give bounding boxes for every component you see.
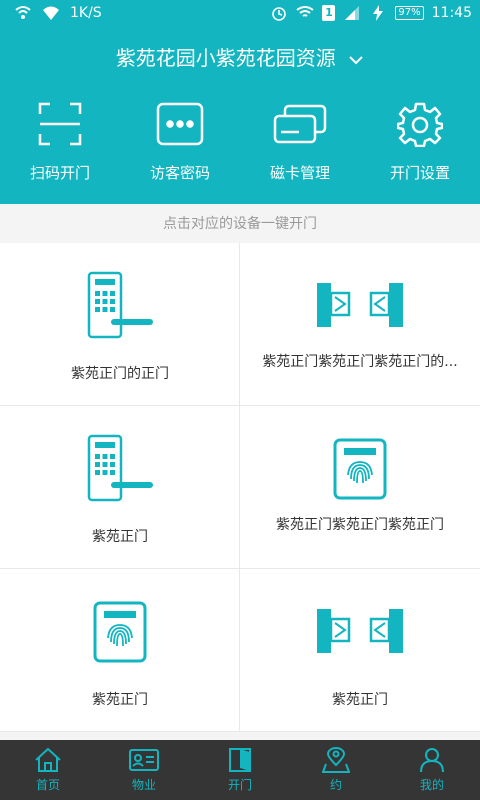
scan-open-button[interactable]: 扫码开门	[0, 100, 120, 183]
door-icon	[229, 748, 251, 772]
hotspot-icon	[15, 6, 31, 19]
device-card[interactable]: 紫苑正门	[0, 406, 240, 569]
battery-level: 97%	[395, 6, 424, 20]
device-name: 紫苑正门的正门	[71, 366, 169, 382]
device-name: 紫苑正门紫苑正门紫苑正门	[276, 517, 444, 533]
wifi-signal-icon	[296, 6, 315, 17]
status-bar: 1K/S 1 97% 11:45	[0, 0, 480, 28]
wifi-icon	[43, 6, 59, 20]
quick-actions: 扫码开门 访客密码 磁卡管理 开门设置	[0, 100, 480, 183]
community-selector[interactable]: 紫苑花园小紫苑花园资源	[0, 42, 480, 71]
sim-badge: 1	[322, 5, 336, 21]
keypad-lock-icon	[87, 434, 153, 502]
device-name: 紫苑正门	[92, 529, 148, 545]
nav-property[interactable]: 物业	[96, 740, 192, 800]
nav-label: 开门	[227, 778, 252, 792]
network-speed: 1K/S	[70, 5, 102, 21]
device-name: 紫苑正门紫苑正门紫苑正门的...	[262, 354, 458, 370]
charging-icon	[373, 5, 384, 21]
alarm-icon	[272, 7, 287, 21]
device-card[interactable]: 紫苑正门	[0, 569, 240, 732]
nav-label: 我的	[419, 778, 444, 792]
action-label: 访客密码	[149, 164, 210, 182]
home-icon	[35, 747, 61, 772]
visitor-password-button[interactable]: 访客密码	[120, 100, 240, 183]
cards-icon	[273, 104, 327, 144]
user-icon	[420, 748, 444, 773]
device-name: 紫苑正门	[332, 692, 388, 708]
clock: 11:45	[431, 5, 472, 21]
nav-label: 物业	[131, 778, 156, 792]
location-icon	[322, 747, 350, 773]
scan-icon	[38, 102, 82, 146]
hint-text: 点击对应的设备一键开门	[0, 204, 480, 244]
nav-home[interactable]: 首页	[0, 740, 96, 800]
turnstile-icon	[317, 283, 403, 327]
fingerprint-reader-icon	[333, 438, 387, 500]
action-label: 开门设置	[389, 164, 450, 182]
card-management-button[interactable]: 磁卡管理	[240, 100, 360, 183]
device-card[interactable]: 紫苑正门的正门	[0, 243, 240, 406]
nav-appointment[interactable]: 约	[288, 740, 384, 800]
community-name: 紫苑花园小紫苑花园资源	[115, 46, 336, 70]
turnstile-icon	[317, 609, 403, 653]
nav-open-door[interactable]: 开门	[192, 740, 288, 800]
device-card[interactable]: 紫苑正门	[240, 569, 480, 732]
fingerprint-reader-icon	[93, 601, 147, 663]
nav-label: 约	[329, 778, 342, 792]
action-label: 扫码开门	[29, 164, 90, 182]
nav-mine[interactable]: 我的	[384, 740, 480, 800]
gear-icon	[397, 102, 443, 147]
device-card[interactable]: 紫苑正门紫苑正门紫苑正门的...	[240, 243, 480, 406]
chevron-down-icon	[349, 55, 363, 64]
dots-icon	[156, 102, 204, 146]
device-card[interactable]: 紫苑正门紫苑正门紫苑正门	[240, 406, 480, 569]
keypad-lock-icon	[87, 271, 153, 339]
door-settings-button[interactable]: 开门设置	[360, 100, 480, 183]
device-grid: 紫苑正门的正门 紫苑正门紫苑正门紫苑正门的... 紫苑正门 紫苑正门紫苑正门紫苑…	[0, 243, 480, 732]
action-label: 磁卡管理	[269, 164, 330, 182]
header: 紫苑花园小紫苑花园资源 扫码开门 访客密码 磁卡管理 开门设置	[0, 28, 480, 204]
cell-signal-icon	[345, 6, 360, 20]
bottom-nav: 首页 物业 开门 约 我的	[0, 740, 480, 800]
id-card-icon	[129, 749, 159, 771]
nav-label: 首页	[35, 778, 60, 792]
device-name: 紫苑正门	[92, 692, 148, 708]
